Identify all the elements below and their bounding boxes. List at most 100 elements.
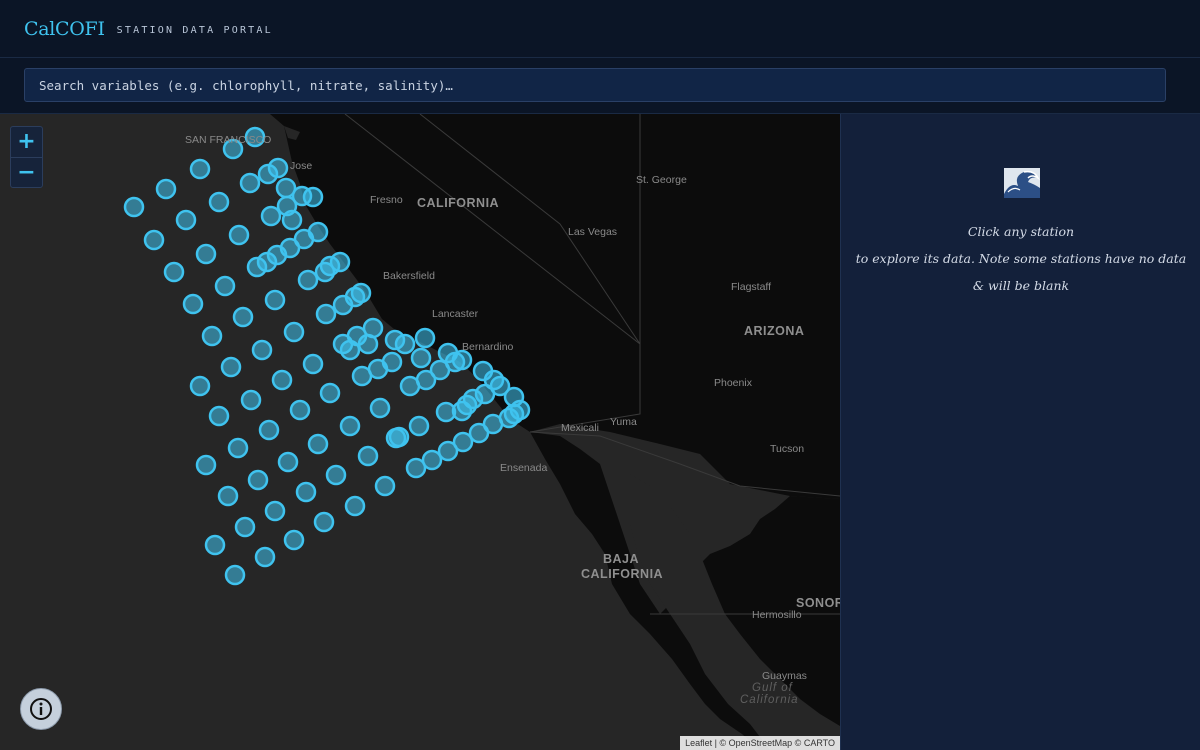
station-marker[interactable] bbox=[234, 516, 256, 538]
station-marker[interactable] bbox=[374, 475, 396, 497]
station-marker[interactable] bbox=[217, 485, 239, 507]
station-marker[interactable] bbox=[189, 158, 211, 180]
app-logo[interactable]: CalCOFI bbox=[24, 18, 105, 40]
place-label: Flagstaff bbox=[731, 281, 772, 293]
panel-instructions: Click any station to explore its data. N… bbox=[841, 218, 1200, 299]
station-marker[interactable] bbox=[227, 437, 249, 459]
zoom-in-button[interactable]: + bbox=[11, 127, 42, 157]
station-marker[interactable] bbox=[351, 365, 373, 387]
place-label: Bakersfield bbox=[383, 270, 435, 282]
station-marker[interactable] bbox=[239, 172, 261, 194]
station-marker[interactable] bbox=[189, 375, 211, 397]
place-label: SONOR bbox=[796, 596, 840, 610]
station-marker[interactable] bbox=[123, 196, 145, 218]
station-marker[interactable] bbox=[264, 500, 286, 522]
station-marker[interactable] bbox=[260, 205, 282, 227]
station-marker[interactable] bbox=[201, 325, 223, 347]
station-marker[interactable] bbox=[339, 415, 361, 437]
station-marker[interactable] bbox=[289, 399, 311, 421]
station-marker[interactable] bbox=[295, 481, 317, 503]
station-marker[interactable] bbox=[208, 405, 230, 427]
station-marker[interactable] bbox=[247, 469, 269, 491]
station-marker[interactable] bbox=[277, 451, 299, 473]
station-marker[interactable] bbox=[410, 347, 432, 369]
station-marker[interactable] bbox=[182, 293, 204, 315]
variable-search-input[interactable] bbox=[24, 68, 1166, 102]
place-label: CALIFORNIA bbox=[581, 567, 664, 581]
search-bar bbox=[0, 58, 1200, 114]
station-marker[interactable] bbox=[228, 224, 250, 246]
wave-icon bbox=[1004, 168, 1040, 198]
place-label: Yuma bbox=[610, 416, 637, 428]
place-label: Hermosillo bbox=[752, 609, 802, 621]
info-icon bbox=[30, 698, 52, 720]
station-marker[interactable] bbox=[175, 209, 197, 231]
station-marker[interactable] bbox=[357, 333, 379, 355]
station-marker[interactable] bbox=[240, 389, 262, 411]
station-marker[interactable] bbox=[313, 511, 335, 533]
app-tagline: STATION DATA PORTAL bbox=[116, 25, 273, 36]
station-marker[interactable] bbox=[232, 306, 254, 328]
station-marker[interactable] bbox=[315, 303, 337, 325]
station-marker[interactable] bbox=[195, 243, 217, 265]
station-marker[interactable] bbox=[220, 356, 242, 378]
station-marker[interactable] bbox=[435, 401, 457, 423]
station-marker[interactable] bbox=[163, 261, 185, 283]
station-marker[interactable] bbox=[204, 534, 226, 556]
zoom-control: + − bbox=[10, 126, 43, 188]
station-marker[interactable] bbox=[224, 564, 246, 586]
place-label: SAN FRANCISCO bbox=[185, 134, 272, 146]
zoom-out-button[interactable]: − bbox=[11, 157, 42, 187]
place-label: Guaymas bbox=[762, 670, 807, 682]
place-label: BAJA bbox=[603, 552, 640, 566]
station-marker[interactable] bbox=[143, 229, 165, 251]
station-marker[interactable] bbox=[283, 321, 305, 343]
place-label: Bernardino bbox=[462, 341, 514, 353]
station-marker[interactable] bbox=[319, 382, 341, 404]
station-marker[interactable] bbox=[246, 256, 268, 278]
station-marker[interactable] bbox=[297, 269, 319, 291]
station-marker[interactable] bbox=[369, 397, 391, 419]
instruction-line: to explore its data. Note some stations … bbox=[855, 251, 1187, 266]
station-detail-panel: Click any station to explore its data. N… bbox=[840, 114, 1200, 750]
station-marker[interactable] bbox=[325, 464, 347, 486]
place-label: Fresno bbox=[370, 194, 403, 206]
place-label: Gulf of bbox=[752, 682, 793, 694]
station-marker[interactable] bbox=[271, 369, 293, 391]
station-marker[interactable] bbox=[302, 353, 324, 375]
station-marker[interactable] bbox=[302, 186, 324, 208]
station-marker[interactable] bbox=[332, 294, 354, 316]
station-marker[interactable] bbox=[155, 178, 177, 200]
station-marker[interactable] bbox=[344, 495, 366, 517]
station-marker[interactable] bbox=[258, 419, 280, 441]
station-marker[interactable] bbox=[394, 333, 416, 355]
station-marker[interactable] bbox=[408, 415, 430, 437]
place-label: CALIFORNIA bbox=[417, 196, 500, 210]
station-marker[interactable] bbox=[264, 289, 286, 311]
station-marker[interactable] bbox=[399, 375, 421, 397]
place-label: Ensenada bbox=[500, 462, 548, 474]
station-marker[interactable] bbox=[307, 433, 329, 455]
station-marker[interactable] bbox=[281, 209, 303, 231]
station-marker[interactable] bbox=[195, 454, 217, 476]
station-marker[interactable] bbox=[283, 529, 305, 551]
station-marker[interactable] bbox=[251, 339, 273, 361]
station-marker[interactable] bbox=[414, 327, 436, 349]
station-marker[interactable] bbox=[405, 457, 427, 479]
station-marker[interactable] bbox=[208, 191, 230, 213]
station-marker[interactable] bbox=[339, 339, 361, 361]
info-button[interactable] bbox=[20, 688, 62, 730]
place-label: Las Vegas bbox=[568, 226, 618, 238]
place-label: Lancaster bbox=[432, 308, 479, 320]
station-map[interactable]: + − SAN FRANCISCO Jose Fresno CALIFORNIA… bbox=[0, 114, 840, 750]
place-label: Tucson bbox=[770, 443, 805, 455]
map-attribution[interactable]: Leaflet | © OpenStreetMap © CARTO bbox=[680, 736, 840, 750]
instruction-line: Click any station bbox=[967, 224, 1075, 239]
app-header: CalCOFI STATION DATA PORTAL bbox=[0, 0, 1200, 58]
station-marker[interactable] bbox=[214, 275, 236, 297]
station-marker[interactable] bbox=[257, 163, 279, 185]
station-marker[interactable] bbox=[388, 426, 410, 448]
station-marker[interactable] bbox=[254, 546, 276, 568]
station-marker[interactable] bbox=[357, 445, 379, 467]
station-marker[interactable] bbox=[314, 261, 336, 283]
